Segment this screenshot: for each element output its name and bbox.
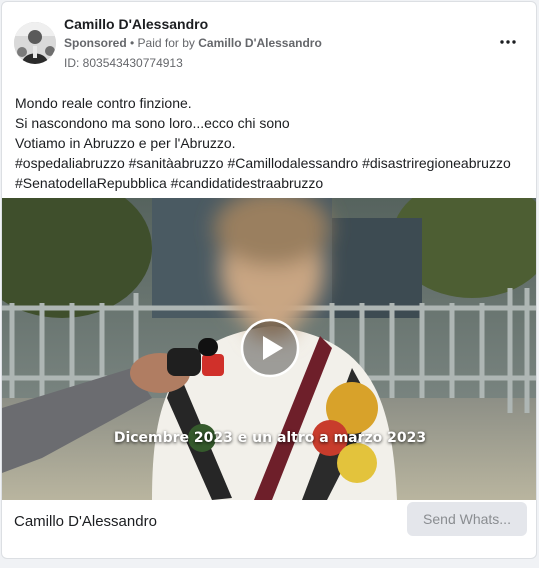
play-button[interactable]: [240, 318, 300, 378]
library-id: ID: 803543430774913: [64, 56, 183, 70]
avatar[interactable]: [14, 22, 56, 64]
more-options-button[interactable]: [496, 30, 520, 54]
post-text: Mondo reale contro finzione. Si nascondo…: [15, 93, 530, 193]
ad-card: Camillo D'Alessandro Sponsored • Paid fo…: [1, 1, 537, 559]
hashtags-line[interactable]: #SenatodellaRepubblica #candidatidestraa…: [15, 173, 530, 193]
post-text-line: Si nascondono ma sono loro...ecco chi so…: [15, 115, 290, 131]
advertiser-name[interactable]: Camillo D'Alessandro: [64, 16, 208, 32]
video-caption: Dicembre 2023 e un altro a marzo 2023: [113, 430, 427, 446]
meta-separator: •: [126, 36, 138, 50]
payer-name[interactable]: Camillo D'Alessandro: [198, 36, 322, 50]
play-icon: [240, 318, 300, 378]
post-text-line: Votiamo in Abruzzo e per l'Abruzzo.: [15, 135, 236, 151]
hashtags-line[interactable]: #ospedaliabruzzo #sanitàabruzzo #Camillo…: [15, 153, 530, 173]
footer-page-name[interactable]: Camillo D'Alessandro: [14, 513, 157, 530]
sponsored-label: Sponsored: [64, 36, 127, 50]
sponsored-line: Sponsored • Paid for by Camillo D'Alessa…: [64, 36, 322, 50]
post-text-line: Mondo reale contro finzione.: [15, 95, 192, 111]
send-whatsapp-button[interactable]: Send Whats...: [407, 502, 527, 536]
paid-for-prefix: Paid for by: [137, 36, 199, 50]
video-player[interactable]: Dicembre 2023 e un altro a marzo 2023: [2, 198, 536, 500]
more-horizontal-icon: [500, 40, 516, 44]
